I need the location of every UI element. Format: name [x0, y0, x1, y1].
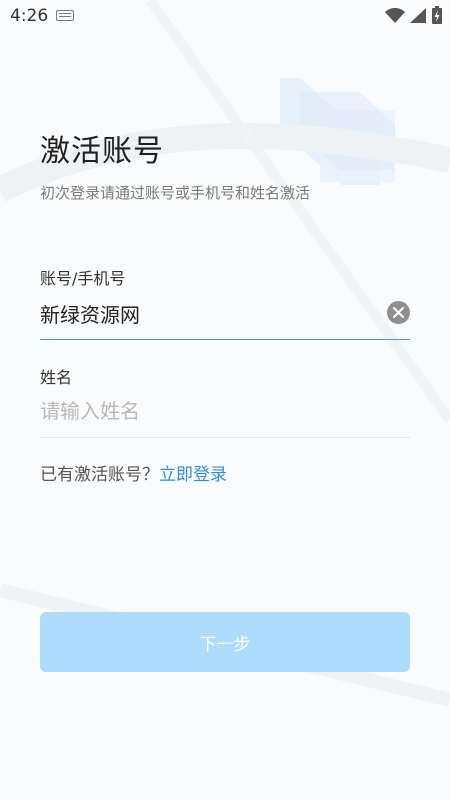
account-label: 账号/手机号 — [40, 269, 126, 288]
next-button[interactable]: 下一步 — [40, 612, 410, 672]
name-label: 姓名 — [40, 368, 73, 387]
battery-charging-icon — [432, 6, 442, 24]
clear-icon[interactable] — [387, 301, 410, 324]
wifi-icon — [385, 8, 405, 23]
keyboard-icon — [56, 10, 74, 21]
account-input[interactable] — [40, 295, 370, 331]
login-link[interactable]: 立即登录 — [159, 465, 227, 485]
page-title: 激活账号 — [40, 134, 164, 169]
name-input[interactable] — [40, 393, 370, 429]
status-bar: 4:26 — [0, 0, 450, 34]
signal-icon — [410, 8, 426, 23]
page-subtitle: 初次登录请通过账号或手机号和姓名激活 — [40, 184, 311, 202]
status-time: 4:26 — [10, 6, 49, 26]
login-hint: 已有激活账号？立即登录 — [40, 460, 227, 485]
name-underline — [40, 437, 410, 438]
login-hint-text: 已有激活账号？ — [40, 465, 159, 485]
account-underline — [40, 339, 410, 340]
